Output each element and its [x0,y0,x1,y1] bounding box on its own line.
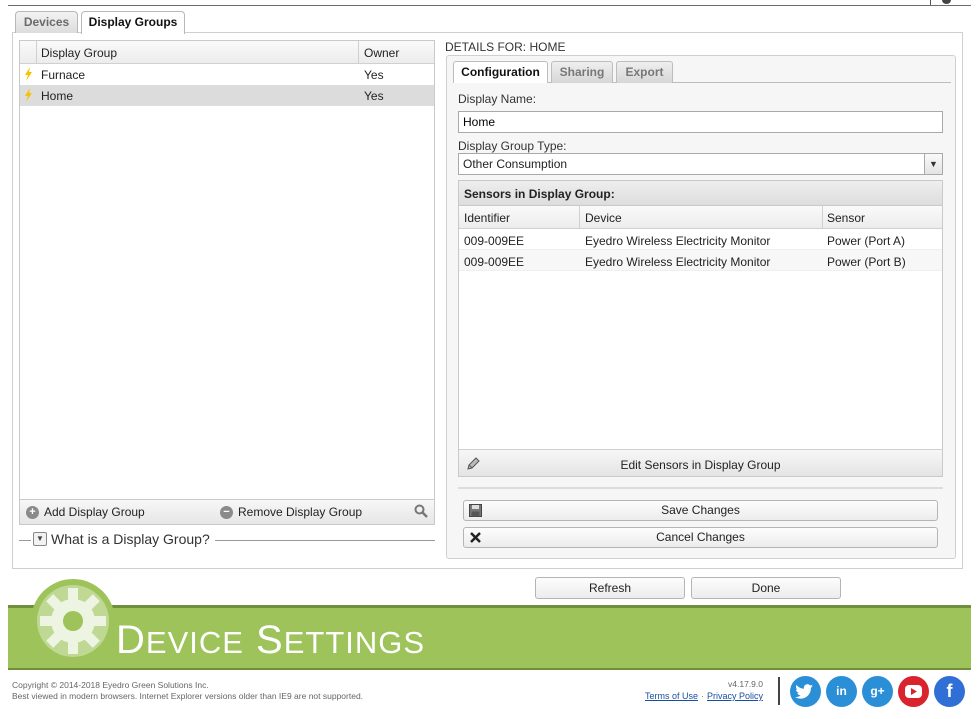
banner-title-rest: EVICE [145,625,244,660]
help-toggle-label[interactable]: What is a Display Group? [51,531,210,547]
banner-title: DEVICE SETTINGS [116,618,425,663]
save-changes-label: Save Changes [661,503,740,517]
done-button[interactable]: Done [691,577,841,599]
table-row[interactable]: 009-009EE Eyedro Wireless Electricity Mo… [459,229,942,250]
sensor-device: Eyedro Wireless Electricity Monitor [585,255,771,269]
save-changes-button[interactable]: Save Changes [463,500,938,521]
linkedin-icon[interactable]: in [826,676,857,707]
top-divider [8,5,971,6]
footer-links: Terms of Use · Privacy Policy [600,691,763,701]
gear-icon [31,579,115,663]
tab-export[interactable]: Export [616,61,673,83]
cancel-changes-label: Cancel Changes [656,530,745,544]
banner-title-rest: ETTINGS [283,625,426,660]
refresh-button[interactable]: Refresh [535,577,685,599]
banner-border-bottom [8,668,971,670]
list-header: Display Group Owner [20,41,434,64]
group-name: Home [41,89,74,103]
close-icon [470,532,481,543]
copyright-line: Copyright © 2014-2018 Eyedro Green Solut… [12,680,209,690]
column-header-sensor[interactable]: Sensor [827,211,865,225]
tab-display-groups[interactable]: Display Groups [81,11,185,34]
display-name-label: Display Name: [458,92,537,106]
browser-note: Best viewed in modern browsers. Internet… [12,691,364,701]
youtube-icon[interactable] [898,676,929,707]
chevron-down-icon[interactable]: ▼ [33,532,47,546]
group-owner: Yes [364,68,384,82]
banner-title-initial: D [116,618,146,662]
lightning-icon [25,67,32,81]
add-display-group-label: Add Display Group [44,505,145,519]
settings-corner[interactable] [930,0,971,5]
display-group-help: ▼ What is a Display Group? [19,531,435,551]
version-label: v4.17.9.0 [728,679,763,689]
header-separator [579,206,580,228]
help-divider-left [19,540,31,541]
copyright-text: Copyright © 2014-2018 Eyedro Green Solut… [12,680,363,702]
minus-circle-icon: − [220,505,233,519]
sensor-port: Power (Port B) [827,255,906,269]
column-header-device[interactable]: Device [585,211,622,225]
actions-divider [458,487,943,489]
plus-circle-icon: + [26,505,39,519]
sensors-table: Sensors in Display Group: Identifier Dev… [458,180,943,477]
edit-sensors-label: Edit Sensors in Display Group [620,458,781,472]
display-group-type-value: Other Consumption [463,157,568,171]
sensors-header: Identifier Device Sensor [459,206,942,229]
tab-devices[interactable]: Devices [15,11,78,33]
floppy-disk-icon [469,504,482,517]
sensor-identifier: 009-009EE [464,234,525,248]
sensor-identifier: 009-009EE [464,255,525,269]
details-title: DETAILS FOR: HOME [445,40,566,54]
cancel-changes-button[interactable]: Cancel Changes [463,527,938,548]
gear-icon[interactable] [942,0,951,4]
display-group-list: Display Group Owner Furnace Yes Home Yes [19,40,435,525]
help-divider-right [215,540,435,541]
link-separator: · [700,691,704,701]
display-group-type-label: Display Group Type: [458,139,567,153]
header-separator [358,41,359,63]
terms-of-use-link[interactable]: Terms of Use [645,691,698,701]
chevron-down-icon[interactable]: ▼ [924,154,942,174]
display-name-input[interactable] [458,111,943,133]
column-header-owner[interactable]: Owner [364,46,399,60]
sensors-title: Sensors in Display Group: [459,181,942,206]
remove-display-group-label: Remove Display Group [238,505,363,519]
search-icon[interactable] [414,504,428,518]
banner-title-initial: S [256,618,284,662]
privacy-policy-link[interactable]: Privacy Policy [707,691,763,701]
googleplus-icon[interactable]: g+ [862,676,893,707]
header-separator [822,206,823,228]
remove-display-group-button[interactable]: − Remove Display Group [220,505,362,519]
header-icon-column [20,41,37,63]
sensor-port: Power (Port A) [827,234,906,248]
group-owner: Yes [364,89,384,103]
tab-sharing[interactable]: Sharing [551,61,613,83]
display-group-type-select[interactable]: Other Consumption ▼ [458,153,943,175]
column-header-display-group[interactable]: Display Group [41,46,117,60]
table-row[interactable]: 009-009EE Eyedro Wireless Electricity Mo… [459,250,942,271]
tab-configuration[interactable]: Configuration [453,61,548,83]
list-item[interactable]: Home Yes [20,85,434,106]
list-item[interactable]: Furnace Yes [20,64,434,85]
sensor-device: Eyedro Wireless Electricity Monitor [585,234,771,248]
edit-sensors-button[interactable]: Edit Sensors in Display Group [459,449,942,476]
facebook-icon[interactable]: f [934,676,965,707]
corner-separator [930,0,931,5]
twitter-icon[interactable] [790,676,821,707]
group-name: Furnace [41,68,86,82]
list-toolbar: + Add Display Group − Remove Display Gro… [19,499,435,525]
column-header-identifier[interactable]: Identifier [464,211,510,225]
add-display-group-button[interactable]: + Add Display Group [26,505,145,519]
lightning-icon [25,88,32,102]
footer-separator [778,677,780,705]
